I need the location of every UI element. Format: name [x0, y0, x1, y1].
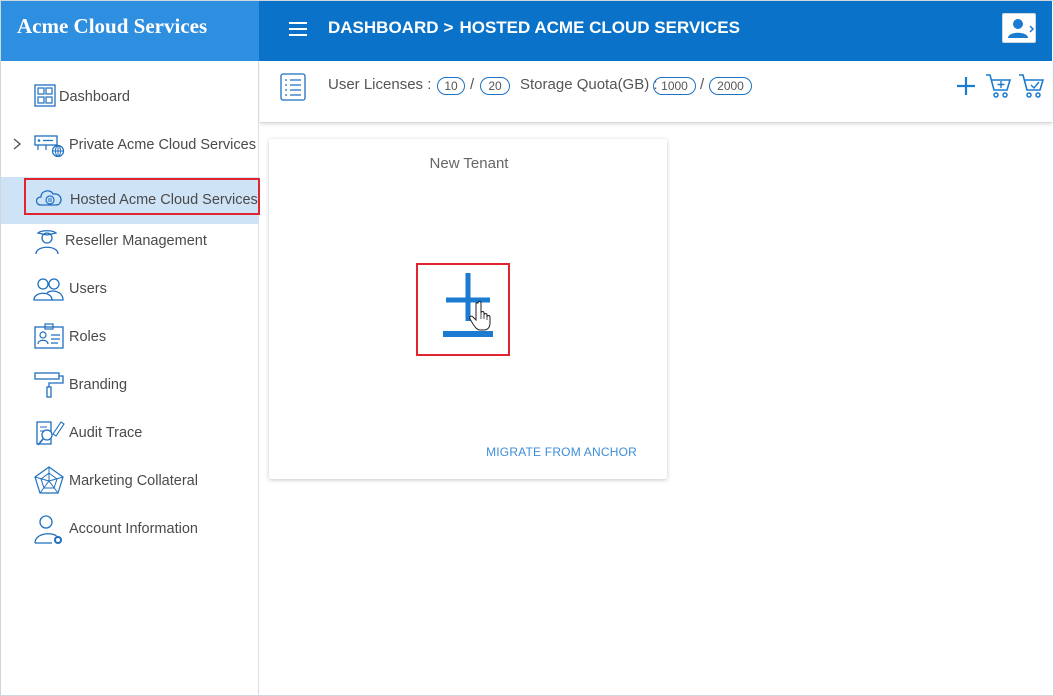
top-bar: DASHBOARD > HOSTED ACME CLOUD SERVICES: [259, 1, 1052, 61]
sidebar: Dashboard Private Acme Cloud Services Ho…: [1, 61, 260, 695]
user-menu-button[interactable]: [1002, 13, 1036, 43]
hamburger-menu-icon[interactable]: [287, 18, 309, 40]
sidebar-item-label: Reseller Management: [65, 233, 207, 249]
card-title: New Tenant: [429, 155, 509, 172]
storage-quota-label: Storage Quota(GB) :: [520, 76, 658, 93]
user-licenses-label: User Licenses :: [328, 76, 432, 93]
user-licenses-used: 10: [437, 77, 465, 95]
users-icon: [33, 278, 64, 301]
sidebar-item-label: Users: [69, 281, 107, 297]
migrate-from-anchor-link[interactable]: MIGRATE FROM ANCHOR: [486, 445, 637, 459]
breadcrumb-separator: >: [443, 18, 454, 37]
sidebar-item-roles[interactable]: Roles: [1, 312, 259, 360]
spider-web-icon: [34, 466, 64, 494]
new-tenant-card: New Tenant MIGRATE FROM ANCHOR: [269, 139, 667, 479]
sidebar-item-label: Marketing Collateral: [69, 473, 198, 489]
chevron-right-icon[interactable]: [11, 136, 23, 152]
app-title: Acme Cloud Services: [17, 14, 208, 38]
paint-roller-icon: [34, 372, 64, 398]
account-settings-icon: [34, 515, 62, 544]
breadcrumb-current: HOSTED ACME CLOUD SERVICES: [459, 18, 740, 37]
add-tenant-button[interactable]: [416, 263, 510, 356]
brand-bar: Acme Cloud Services: [1, 1, 259, 61]
sidebar-item-label: Roles: [69, 329, 107, 345]
sidebar-item-users[interactable]: Users: [1, 264, 259, 312]
separator: /: [470, 76, 475, 93]
sidebar-item-reseller-management[interactable]: Reseller Management: [1, 216, 259, 264]
storage-quota-total: 2000: [709, 77, 752, 95]
sidebar-item-label: Account Information: [69, 521, 198, 537]
id-card-icon: [34, 323, 64, 349]
main-content: User Licenses : 10 / 20 Storage Quota(GB…: [260, 61, 1052, 695]
sidebar-item-label: Audit Trace: [69, 425, 143, 441]
audit-magnifier-icon: [36, 421, 65, 446]
sidebar-item-marketing-collateral[interactable]: Marketing Collateral: [1, 456, 259, 504]
breadcrumb-dashboard[interactable]: DASHBOARD: [328, 18, 439, 37]
sidebar-item-label: Private Acme Cloud Services: [69, 137, 256, 153]
cart-add-icon[interactable]: [984, 71, 1012, 99]
add-tenant-icon: [443, 273, 493, 337]
user-licenses-total: 20: [480, 77, 510, 95]
sidebar-item-dashboard[interactable]: Dashboard: [1, 72, 259, 120]
sidebar-item-label: Dashboard: [59, 89, 130, 105]
sidebar-item-label: Branding: [69, 377, 128, 393]
sidebar-item-audit-trace[interactable]: Audit Trace: [1, 408, 259, 456]
selection-highlight: [24, 178, 260, 215]
sidebar-item-private-cloud[interactable]: Private Acme Cloud Services: [1, 120, 259, 168]
user-profile-icon: [1008, 19, 1035, 38]
list-icon[interactable]: [280, 73, 306, 101]
server-globe-icon: [34, 135, 65, 158]
breadcrumb: DASHBOARD > HOSTED ACME CLOUD SERVICES: [328, 18, 740, 38]
sidebar-item-branding[interactable]: Branding: [1, 360, 259, 408]
sidebar-item-account-information[interactable]: Account Information: [1, 504, 259, 552]
cart-icon[interactable]: [1017, 71, 1045, 99]
separator: /: [700, 76, 705, 93]
reseller-person-icon: [35, 230, 59, 254]
add-icon[interactable]: [952, 71, 980, 99]
storage-quota-used: 1000: [653, 77, 696, 95]
license-toolbar: User Licenses : 10 / 20 Storage Quota(GB…: [260, 61, 1052, 123]
